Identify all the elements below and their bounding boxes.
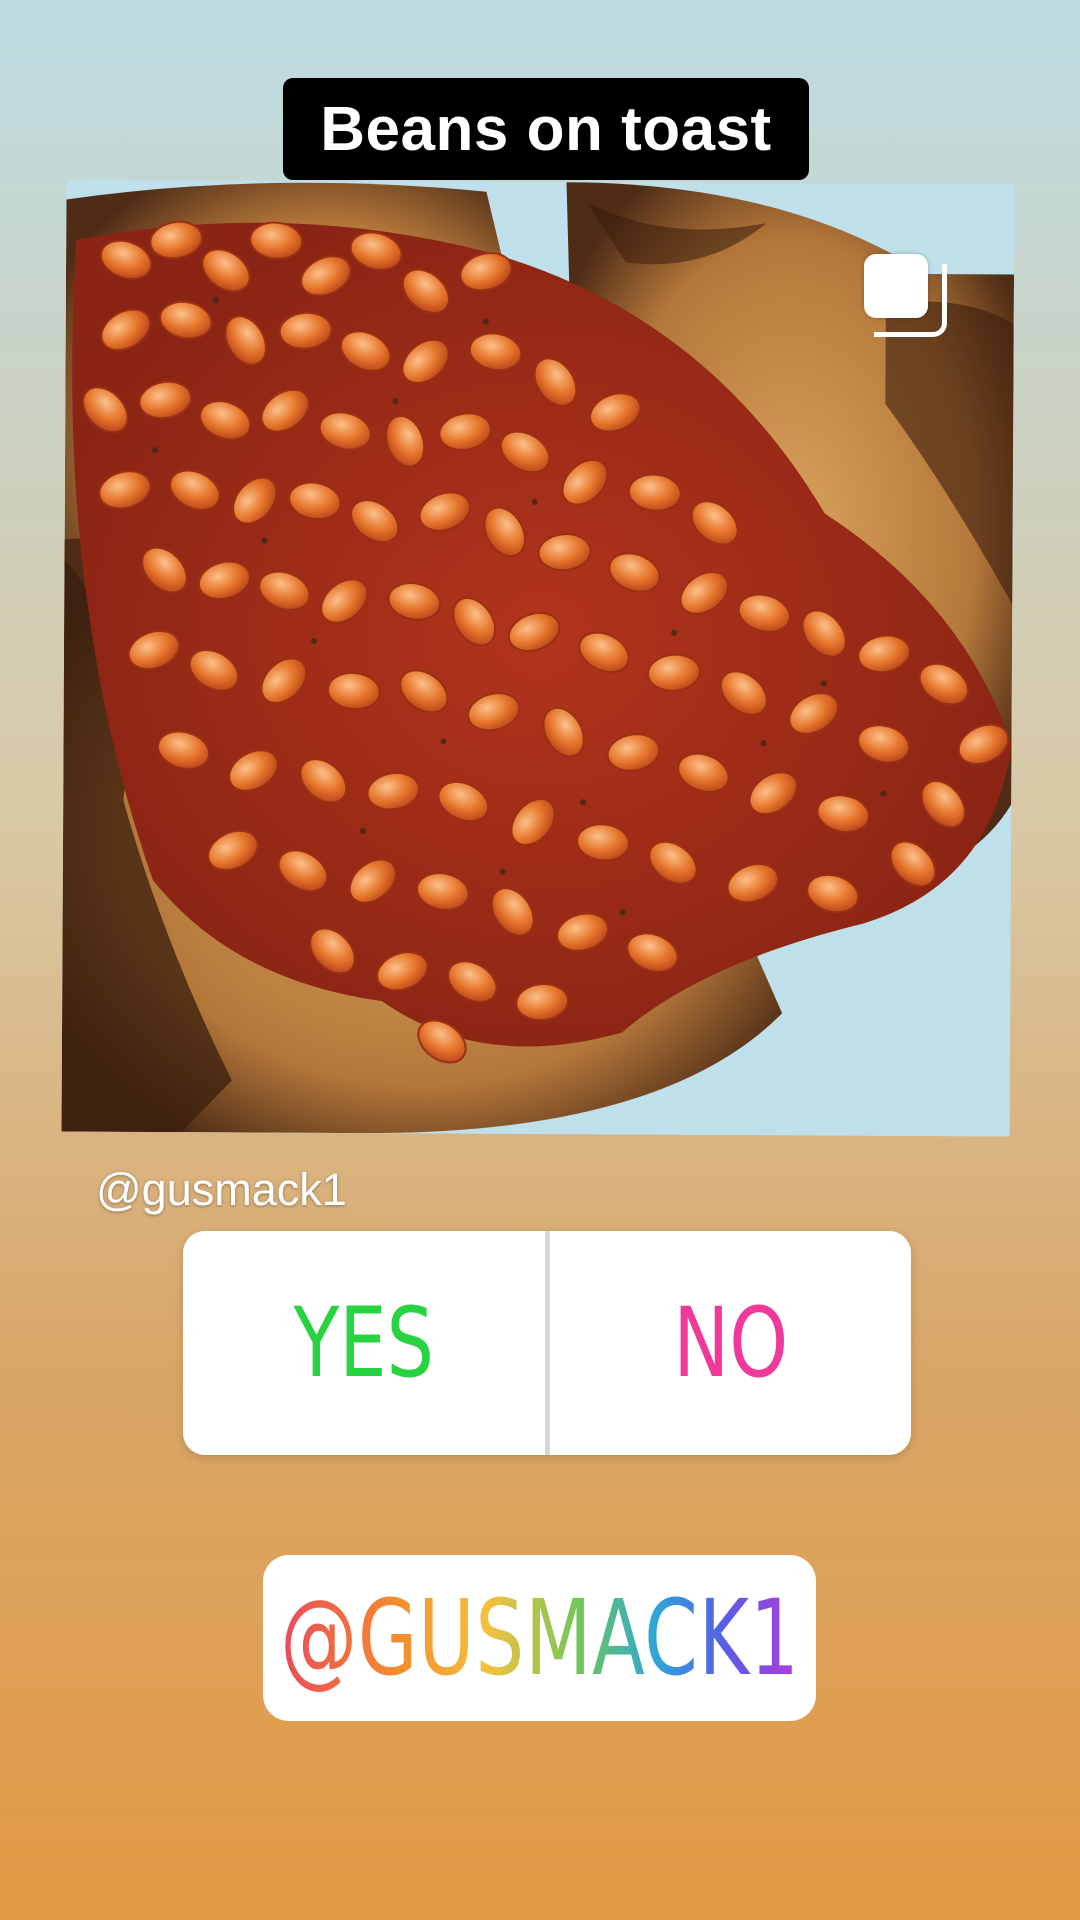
story-title: Beans on toast bbox=[320, 94, 772, 164]
multiple-images-icon bbox=[864, 254, 947, 337]
story-title-sticker[interactable]: Beans on toast bbox=[283, 78, 809, 180]
multiple-images-icon-front bbox=[864, 254, 928, 318]
photo-credit-username[interactable]: @gusmack1 bbox=[96, 1164, 347, 1216]
poll-divider bbox=[544, 1231, 550, 1455]
poll-sticker: YES NO bbox=[183, 1231, 911, 1455]
mention-username: @GUSMACK1 bbox=[279, 1577, 800, 1699]
poll-option-no[interactable]: NO bbox=[589, 1231, 871, 1455]
mention-sticker[interactable]: @GUSMACK1 bbox=[263, 1555, 816, 1721]
poll-option-yes[interactable]: YES bbox=[223, 1231, 505, 1455]
